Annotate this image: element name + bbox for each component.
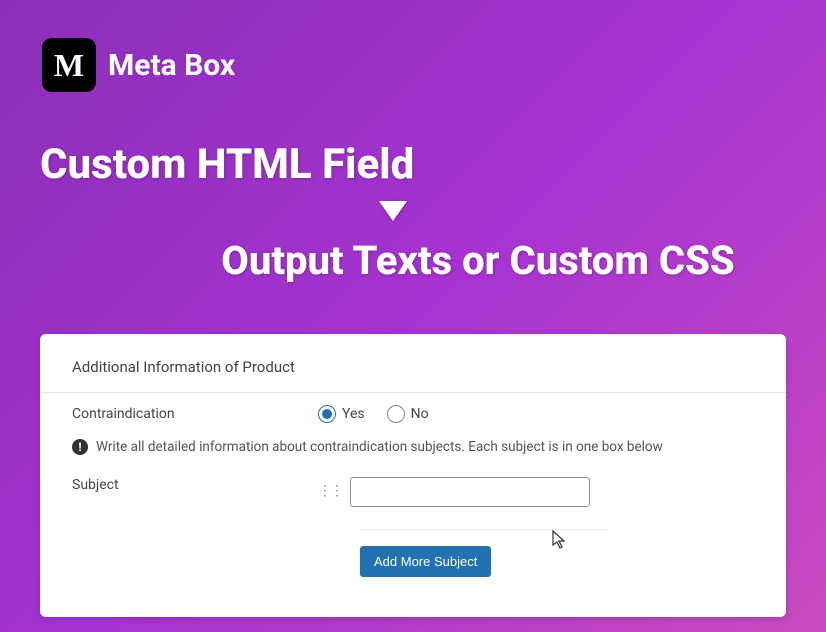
brand-name: Meta Box — [108, 48, 235, 83]
radio-yes-label: Yes — [342, 406, 365, 422]
radio-yes[interactable]: Yes — [318, 405, 365, 423]
logo-box: M — [42, 38, 96, 92]
logo-letter: M — [54, 47, 84, 84]
contraindication-row: Contraindication Yes No — [40, 393, 786, 435]
drag-handle-icon[interactable]: ⋮⋮ — [318, 483, 342, 499]
radio-no-label: No — [411, 406, 429, 422]
contraindication-label: Contraindication — [72, 406, 318, 422]
subject-row: Subject ⋮⋮ — [40, 463, 786, 515]
radio-yes-circle — [318, 405, 336, 423]
subject-input[interactable] — [350, 477, 590, 507]
info-text: Write all detailed information about con… — [96, 439, 663, 455]
heading-output: Output Texts or Custom CSS — [130, 237, 826, 284]
info-icon: ! — [72, 439, 88, 455]
radio-no[interactable]: No — [387, 405, 429, 423]
panel-title: Additional Information of Product — [40, 358, 786, 392]
heading-custom-html: Custom HTML Field — [40, 140, 826, 189]
add-more-subject-button[interactable]: Add More Subject — [360, 546, 491, 577]
arrow-down-icon — [0, 197, 826, 231]
form-panel: Additional Information of Product Contra… — [40, 334, 786, 617]
contraindication-radios: Yes No — [318, 405, 429, 423]
button-row: Add More Subject — [40, 530, 786, 577]
info-row: ! Write all detailed information about c… — [40, 435, 786, 463]
subject-label: Subject — [72, 477, 318, 493]
radio-no-circle — [387, 405, 405, 423]
brand-header: M Meta Box — [0, 0, 826, 92]
